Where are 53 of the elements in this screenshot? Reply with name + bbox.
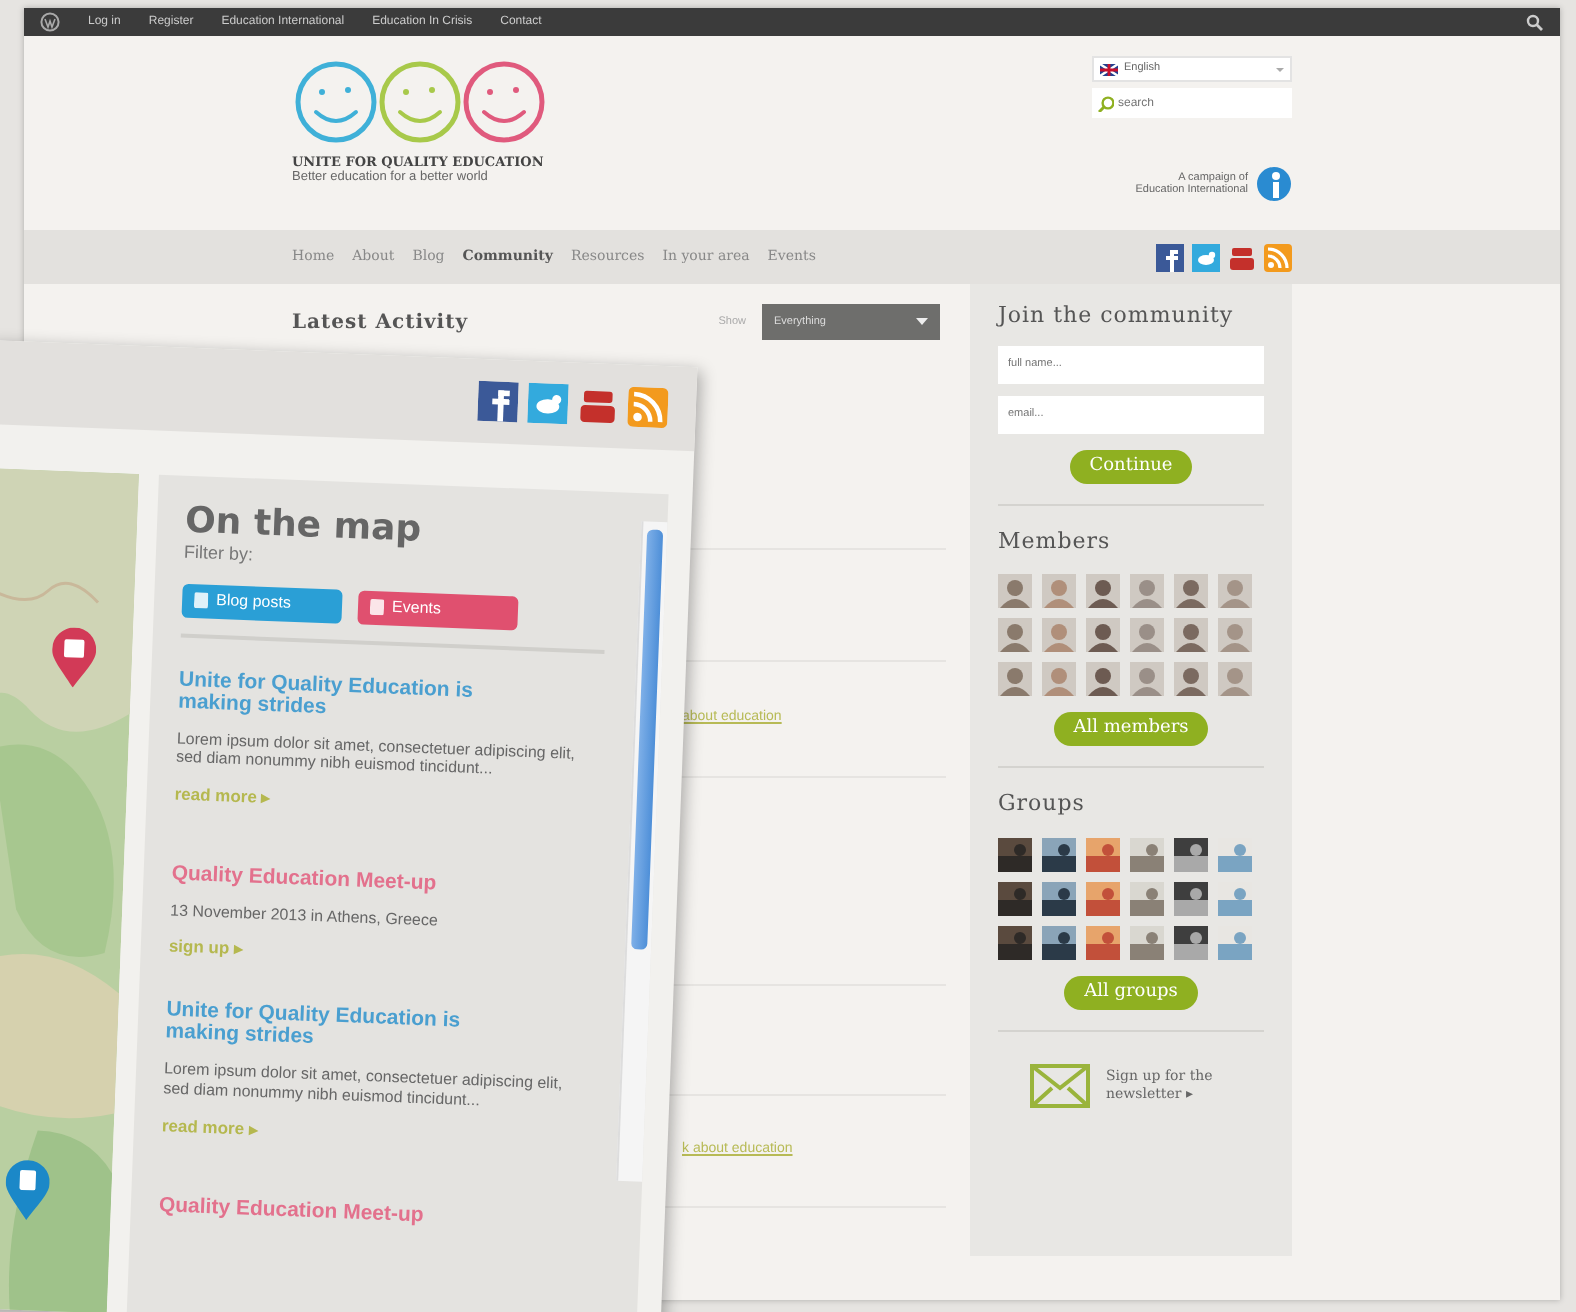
facebook-icon[interactable] — [1156, 243, 1184, 271]
caret-icon — [916, 318, 928, 326]
avatar[interactable] — [1042, 662, 1076, 696]
section-title: Join the community — [998, 300, 1236, 332]
avatar[interactable] — [1042, 618, 1076, 652]
avatar[interactable] — [1130, 662, 1164, 696]
item-link[interactable]: read more ▸ — [174, 780, 273, 811]
envelope-icon[interactable] — [1030, 1063, 1090, 1107]
continue-button[interactable]: Continue — [1069, 449, 1193, 483]
avatar[interactable] — [1218, 574, 1252, 608]
avatar[interactable] — [1174, 618, 1208, 652]
filter-button[interactable]: Blog posts — [181, 582, 343, 623]
avatar[interactable] — [1174, 574, 1208, 608]
item-title[interactable]: Unite for Quality Education is making strides — [177, 668, 550, 727]
search-icon[interactable] — [1526, 13, 1544, 31]
item-text: Lorem ipsum dolor sit amet, consectetuer adipiscing elit, sed diam nonummy nibh euismod tincidunt... — [175, 728, 578, 782]
logo-drawing[interactable] — [292, 56, 548, 148]
avatar[interactable] — [1130, 618, 1164, 652]
section-title: Groups — [998, 788, 1087, 820]
section-title: Members — [998, 525, 1113, 557]
avatar[interactable] — [1086, 618, 1120, 652]
flag-icon — [1100, 63, 1118, 75]
item-link[interactable]: read more ▸ — [161, 1112, 260, 1142]
scrollbar[interactable] — [616, 521, 668, 1182]
caret-icon — [1276, 67, 1284, 71]
wordpress-icon[interactable] — [40, 12, 60, 32]
avatar[interactable] — [998, 662, 1032, 696]
rss-icon[interactable] — [627, 386, 669, 429]
filter-button[interactable]: Events — [357, 589, 519, 630]
scrollbar-thumb[interactable] — [631, 529, 664, 950]
all-groups-button[interactable]: All groups — [1064, 975, 1198, 1009]
item-title[interactable]: Quality Education Meet-up — [158, 1194, 424, 1227]
all-members-button[interactable]: All members — [1053, 712, 1209, 746]
map-pin-icon[interactable] — [4, 1159, 51, 1221]
avatar[interactable] — [1086, 574, 1120, 608]
avatar[interactable] — [1086, 662, 1120, 696]
avatar[interactable] — [998, 618, 1032, 652]
avatar[interactable] — [1218, 618, 1252, 652]
item-link[interactable]: sign up ▸ — [168, 934, 245, 963]
avatar[interactable] — [1042, 574, 1076, 608]
avatar[interactable] — [998, 574, 1032, 608]
avatar[interactable] — [1174, 662, 1208, 696]
avatar[interactable] — [1218, 662, 1252, 696]
item-title[interactable]: Quality Education Meet-up — [171, 862, 437, 896]
item-text: Lorem ipsum dolor sit amet, consectetuer adipiscing elit, sed diam nonummy nibh euismod tincidunt... — [163, 1059, 565, 1114]
item-title[interactable]: Unite for Quality Education is making strides — [165, 999, 537, 1059]
map-pin-icon[interactable] — [50, 626, 97, 689]
filter-label: Filter by: — [183, 539, 256, 569]
section-title: Latest Activity — [292, 309, 469, 337]
rss-icon[interactable] — [1264, 243, 1292, 271]
item-text: 13 November 2013 in Athens, Greece — [169, 900, 441, 934]
facebook-icon[interactable] — [477, 380, 519, 423]
avatar[interactable] — [1130, 574, 1164, 608]
